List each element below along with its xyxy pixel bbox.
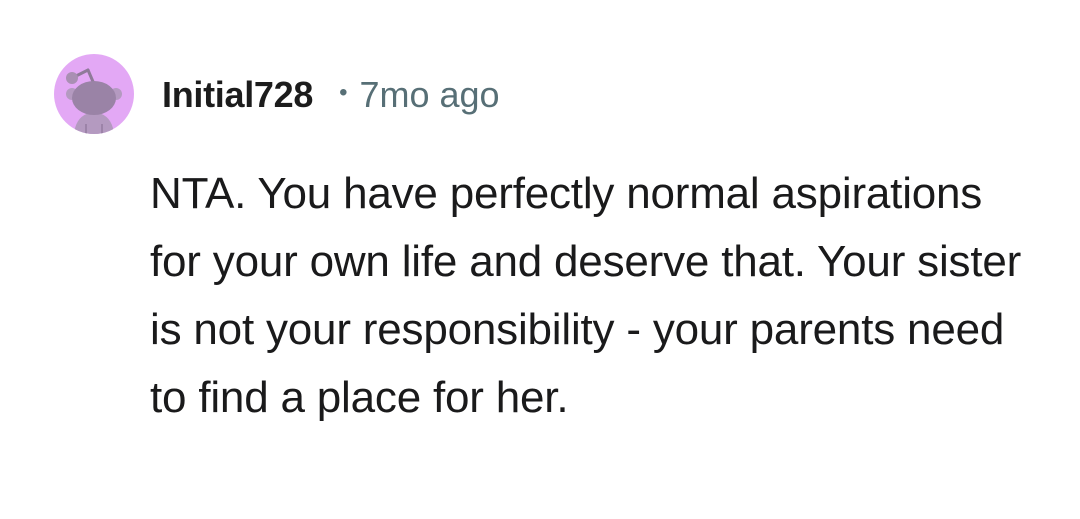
comment: Initial728 • 7mo ago NTA. You have perfe… <box>0 0 1080 519</box>
comment-meta: Initial728 • 7mo ago <box>162 70 500 120</box>
meta-separator: • <box>339 79 348 106</box>
comment-body: NTA. You have perfectly normal aspiratio… <box>150 169 1022 422</box>
avatar[interactable] <box>54 54 134 134</box>
username-link[interactable]: Initial728 <box>162 74 313 116</box>
snoo-avatar-icon <box>66 68 122 134</box>
timestamp: 7mo ago <box>359 74 500 115</box>
